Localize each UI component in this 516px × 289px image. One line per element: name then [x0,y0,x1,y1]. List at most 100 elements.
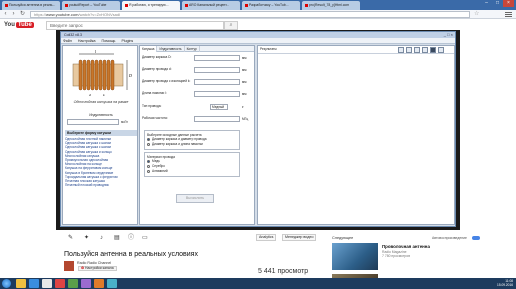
url-input[interactable]: https://www.youtube.com/watch?v=ZvHONVsa… [30,11,470,18]
browser-tab[interactable]: pro(Result_78_y]Html.com [302,1,360,10]
tab-coil[interactable]: Катушка [140,46,158,52]
menu-settings[interactable]: Настройка [78,39,96,43]
channel-settings-button[interactable]: ⚙ Настройки канала [78,266,117,271]
menu-help[interactable]: Помощь [102,39,116,43]
channel-avatar[interactable] [64,261,74,271]
minimize-button[interactable]: – [481,0,492,7]
tab-label: Разработчику – YouTub... [249,3,289,7]
next-video-thumbnail[interactable] [332,243,378,270]
radio-aluminium[interactable]: Алюминий [147,169,237,174]
menu-file[interactable]: Файл [63,39,72,43]
open-icon[interactable] [398,47,404,53]
video-manager-button[interactable]: Менеджер видео [282,234,317,241]
youtube-favicon-icon [125,3,128,7]
youtube-favicon-icon [185,3,188,7]
next-video-title[interactable]: Проволочная антенна [382,244,430,249]
close-window-button[interactable]: × [503,0,514,7]
info-icon[interactable]: ⓘ [128,235,134,241]
browser-tab-active[interactable]: Я работаю, я тренирую... [122,1,180,10]
annotation-icon[interactable]: ▤ [114,235,120,241]
form-tabs: Катушка Индуктивность Контур [140,46,254,52]
autoplay-label: Автовоспроизведение [432,236,467,240]
youtube-favicon-icon [245,3,248,7]
settings-icon[interactable] [438,47,444,53]
app-icon[interactable] [107,279,117,288]
field-row: Диаметр провода с изоляцией k: мм [142,79,247,85]
browser-tab[interactable]: ARO Канальный рецепт... [182,1,240,10]
back-arrow-icon[interactable]: ‹ [2,11,9,18]
next-video-views: 7 780 просмотров [382,254,410,258]
system-clock[interactable]: 11:08 15.09.2016 [497,279,513,287]
audio-icon[interactable]: ♪ [100,235,103,241]
inductance-input[interactable] [67,119,119,125]
inductance-label: Индуктивность [89,113,113,117]
analytics-button[interactable]: Analytics [256,234,277,241]
browser-tab[interactable]: youtu#Report – YouTube [62,1,120,10]
bookmark-star-icon[interactable]: ☆ [474,11,479,18]
browser-tab[interactable]: Разработчику – YouTub... [242,1,300,10]
app-icon[interactable] [68,279,78,288]
app-icon[interactable] [94,279,104,288]
gear-icon: ⚙ [81,266,85,270]
media-icon[interactable] [42,279,52,288]
address-toolbar: ‹ › ↻ https://www.youtube.com/watch?v=Zv… [0,10,516,19]
app-title-bar: Coil32 v8.3 _ □ × [61,32,455,38]
print-icon[interactable] [414,47,420,53]
calculate-button[interactable]: Вычислить [176,194,214,203]
reload-icon[interactable]: ↻ [19,11,26,18]
copy-icon[interactable] [422,47,428,53]
autoplay-toggle[interactable] [472,236,480,240]
svg-text:l: l [95,49,97,54]
forward-arrow-icon[interactable]: › [10,11,17,18]
svg-text:k: k [103,93,105,97]
app-window-controls: _ □ × [443,32,453,37]
magic-icon[interactable]: ✦ [84,235,89,241]
field-row: Рабочая частота: МГц [142,116,249,122]
url-host: www.youtube.com [46,12,79,17]
results-toolbar: Результаты [258,46,454,54]
chrome-icon[interactable] [55,279,65,288]
wire-type-select[interactable]: Медный [210,104,228,110]
app-icon[interactable] [81,279,91,288]
menu-plugins[interactable]: Plugins [121,39,133,43]
winding-length-input[interactable] [194,91,240,97]
channel-name[interactable]: Radio Radio Channel [77,261,111,265]
field-row: Диаметр каркаса D: мм [142,55,247,61]
clear-icon[interactable] [430,47,436,53]
wire-diameter-input[interactable] [194,67,240,73]
coil-type-title: Выберите форму катушки [65,130,137,136]
maximize-button[interactable]: □ [492,0,503,7]
browser-menu-icon[interactable] [504,11,513,18]
tab-circuit[interactable]: Контур [185,46,200,52]
url-path: /watch?v=ZvHONVsadl [78,12,120,17]
field-row: Диаметр провода d: мм [142,67,247,73]
ie-icon[interactable] [29,279,39,288]
field-row: Тип провода: Медный ▾ [142,104,244,110]
wire-material-group: Материал провода Медь Серебро Алюминий [144,152,240,177]
youtube-favicon-icon [65,3,68,7]
save-icon[interactable] [406,47,412,53]
youtube-search-input[interactable]: Введите запрос [46,21,224,30]
tab-inductance[interactable]: Индуктивность [157,46,185,52]
svg-text:D: D [128,73,132,78]
coil-type-item[interactable]: Печатный плоский проводник [65,183,137,187]
former-diameter-input[interactable] [194,55,240,61]
frequency-input[interactable] [194,116,240,122]
url-scheme: https:// [34,12,47,17]
explorer-icon[interactable] [16,279,26,288]
svg-text:d: d [89,93,91,97]
edit-icon[interactable]: ✎ [68,235,73,241]
youtube-logo[interactable]: You Tube [4,21,34,30]
coil-diagram: l D d k [72,49,132,97]
start-button[interactable] [2,279,11,288]
radio-diameter-length[interactable]: Диаметр каркаса и длина намотки [147,142,237,147]
tab-label: pro(Result_78_y]Html.com [309,3,350,7]
results-label: Результаты [260,47,277,51]
search-icon[interactable]: ⌕ [224,21,238,30]
browser-tab[interactable]: Пользуйся антенна в реаль... [2,1,60,10]
insulated-wire-input[interactable] [194,79,240,85]
subtitles-icon[interactable]: ▭ [142,235,148,241]
view-count: 5 441 просмотр [258,268,309,275]
coil-type-list: Однослойная плотной намотки Однослойная … [65,137,137,187]
chevron-down-icon: ▾ [242,105,244,109]
